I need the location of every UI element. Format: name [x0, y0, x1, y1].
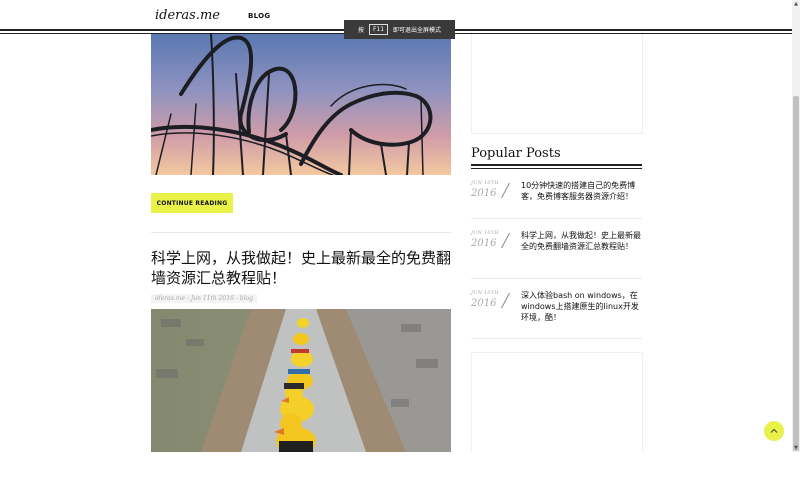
popular-post-date-day: JUN 10TH [471, 290, 499, 296]
popular-post-separator [471, 278, 642, 279]
vertical-scrollbar-thumb[interactable] [793, 96, 799, 451]
sidebar-widget-box-lower [471, 352, 643, 452]
popular-post-title[interactable]: 科学上网，从我做起！史上最新最全的免费翻墙资源汇总教程贴！ [521, 230, 642, 252]
nav-link-blog[interactable]: BLOG [248, 12, 270, 20]
popular-posts-rule-thin [471, 168, 642, 169]
site-logo[interactable]: ideras.me [155, 8, 220, 23]
popular-post-item[interactable]: JUN 10TH 2016 科学上网，从我做起！史上最新最全的免费翻墙资源汇总教… [471, 230, 642, 290]
post-meta: ideras.me - Jun 11th 2016 - blog [151, 294, 258, 303]
popular-post-title[interactable]: 深入体验bash on windows，在windows上搭建原生的linux开… [521, 290, 642, 323]
fullscreen-tip-key: F11 [368, 24, 389, 35]
chevron-up-icon [770, 428, 778, 433]
popular-post-title[interactable]: 10分钟快速的搭建自己的免费博客，免费博客服务器资源介绍！ [521, 180, 642, 202]
triangle-up-icon[interactable]: ▲ [792, 0, 800, 8]
popular-post-date-day: JUN 10TH [471, 230, 499, 236]
browser-viewport: ideras.me BLOG 按 F11 即可退出全屏模式 CONTINUE R… [0, 0, 792, 452]
popular-posts-rule-thick [471, 164, 642, 166]
sidebar-widget-box [471, 30, 643, 134]
post-featured-image-ducks[interactable] [151, 309, 451, 452]
rubber-ducks-illustration [151, 309, 451, 452]
continue-reading-button[interactable]: CONTINUE READING [151, 193, 233, 213]
popular-posts-heading: Popular Posts [471, 146, 561, 161]
popular-post-item[interactable]: JUN 10TH 2016 深入体验bash on windows，在windo… [471, 290, 642, 350]
post-divider [151, 232, 451, 233]
fullscreen-tip-prefix: 按 [357, 27, 364, 34]
rollercoaster-illustration [151, 34, 451, 175]
triangle-down-icon[interactable]: ▼ [792, 444, 800, 452]
popular-post-separator [471, 338, 642, 339]
post-title[interactable]: 科学上网，从我做起！史上最新最全的免费翻墙资源汇总教程贴！ [151, 248, 456, 288]
popular-post-separator [471, 218, 642, 219]
fullscreen-tip-suffix: 即可退出全屏模式 [393, 27, 442, 34]
fullscreen-exit-tip: 按 F11 即可退出全屏模式 [344, 20, 455, 39]
back-to-top-button[interactable] [764, 421, 784, 441]
post-featured-image-rollercoaster[interactable] [151, 34, 451, 175]
popular-post-date-day: JUN 10TH [471, 180, 499, 186]
